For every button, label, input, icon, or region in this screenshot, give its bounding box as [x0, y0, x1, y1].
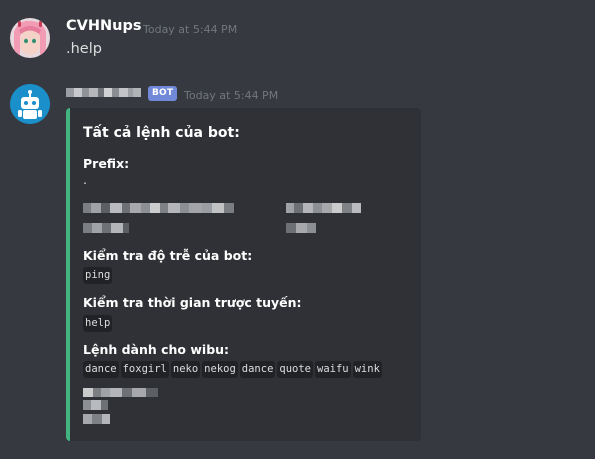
- field-prefix-label: Prefix:: [83, 156, 130, 171]
- field-wibu-label: Lệnh dành cho wibu:: [83, 342, 230, 357]
- embed-title: Tất cả lệnh của bot:: [83, 125, 240, 141]
- message-timestamp: Today at 5:44 PM: [184, 89, 279, 102]
- command-code: ping: [83, 267, 113, 284]
- redacted-content-row: [83, 388, 158, 397]
- command-code: dance: [83, 361, 119, 378]
- command-code: dance: [239, 361, 276, 378]
- command-code: wink: [352, 361, 382, 378]
- redacted-content-row: [83, 203, 234, 213]
- anime-avatar-icon: [10, 18, 50, 58]
- bot-username-redacted[interactable]: [66, 88, 141, 97]
- username[interactable]: CVHNups: [66, 18, 141, 34]
- field-wibu-value: dance foxgirl neko nekog dance quote wai…: [83, 361, 384, 378]
- bot-avatar[interactable]: [10, 84, 50, 124]
- field-ping-label: Kiểm tra độ trễ của bot:: [83, 248, 253, 263]
- command-code: neko: [170, 361, 201, 378]
- redacted-content-row: [83, 414, 110, 424]
- robot-icon: [10, 84, 50, 124]
- redacted-content-row: [83, 400, 108, 410]
- field-ping-value: ping: [83, 267, 114, 284]
- bot-badge: BOT: [148, 86, 178, 101]
- command-code: quote: [277, 361, 313, 378]
- command-code: waifu: [315, 361, 351, 378]
- user-avatar[interactable]: [10, 18, 50, 58]
- field-help-label: Kiểm tra thời gian trược tuyến:: [83, 295, 302, 310]
- help-embed: Tất cả lệnh của bot: Prefix: . Kiểm tra …: [66, 108, 421, 441]
- redacted-content-row: [286, 223, 316, 233]
- message-text: .help: [66, 41, 102, 57]
- field-prefix-value: .: [83, 172, 87, 187]
- redacted-content-row: [83, 223, 129, 233]
- redacted-content-row: [286, 203, 361, 213]
- embed-accent-bar: [66, 108, 70, 441]
- message-timestamp: Today at 5:44 PM: [143, 23, 238, 36]
- command-code: help: [83, 315, 113, 332]
- field-help-value: help: [83, 315, 114, 332]
- command-code: nekog: [202, 361, 238, 378]
- command-code: foxgirl: [120, 361, 169, 378]
